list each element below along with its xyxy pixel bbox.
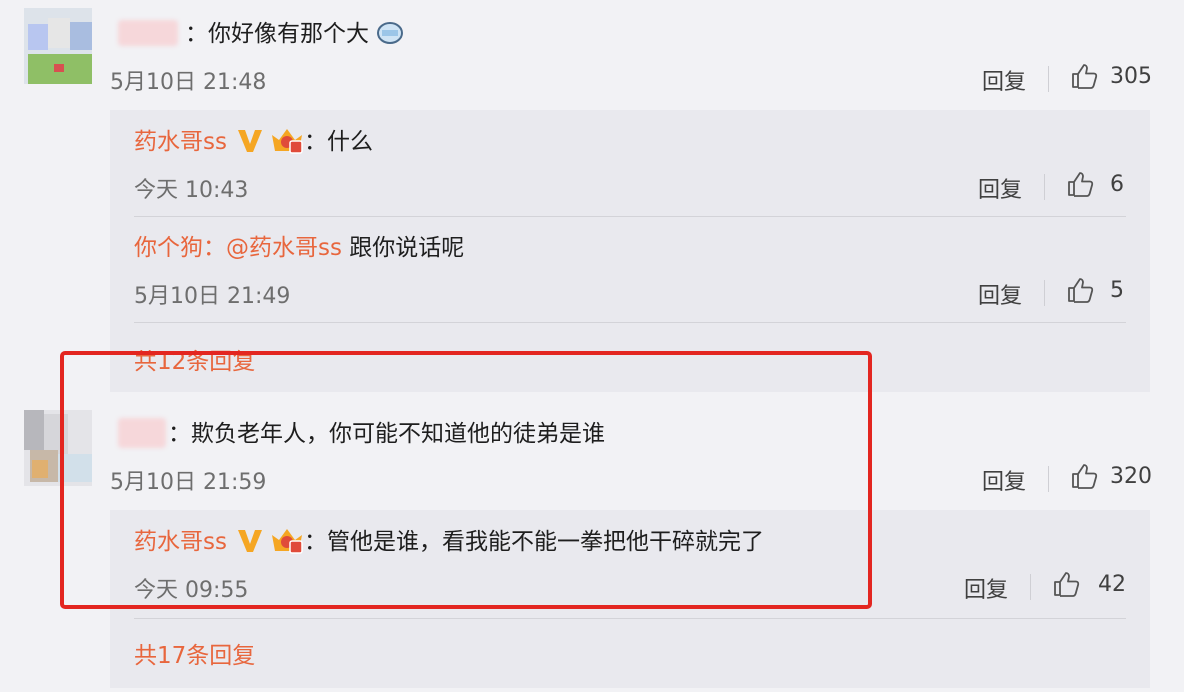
- vip-v-icon: [238, 530, 262, 552]
- thumbs-up-icon[interactable]: [1070, 462, 1098, 490]
- thumbs-up-icon[interactable]: [1052, 570, 1080, 598]
- reply-button[interactable]: 回复: [978, 172, 1022, 204]
- emoji-icon: [377, 22, 404, 44]
- username-blurred[interactable]: [118, 20, 178, 46]
- avatar[interactable]: [24, 410, 92, 486]
- more-replies-link[interactable]: 共12条回复: [134, 342, 255, 376]
- reply-time: 今天 10:43: [134, 178, 249, 203]
- thumbs-up-icon[interactable]: [1066, 276, 1094, 304]
- like-count: 5: [1110, 278, 1124, 303]
- divider: [134, 322, 1126, 323]
- comment-text: ：欺负老年人，你可能不知道他的徒弟是谁: [168, 421, 605, 447]
- like-count: 6: [1110, 172, 1124, 197]
- thumbs-up-icon[interactable]: [1066, 170, 1094, 198]
- more-replies-link[interactable]: 共17条回复: [134, 636, 255, 670]
- divider: [1044, 280, 1045, 306]
- divider: [1048, 66, 1049, 92]
- mention-link[interactable]: ：@药水哥ss: [203, 235, 342, 261]
- avatar[interactable]: [24, 8, 92, 84]
- reply-button[interactable]: 回复: [982, 464, 1026, 496]
- reply-text: ：管他是谁，看我能不能一拳把他干碎就完了: [304, 529, 764, 555]
- crown-badge-icon: [272, 529, 303, 554]
- divider: [134, 216, 1126, 217]
- reply-text: ：什么: [304, 129, 373, 155]
- reply-time: 5月10日 21:49: [134, 284, 291, 309]
- comment-time: 5月10日 21:48: [110, 70, 267, 95]
- comment-text: ：你好像有那个大: [185, 19, 404, 49]
- divider: [1044, 174, 1045, 200]
- divider: [1048, 466, 1049, 492]
- comment-time: 5月10日 21:59: [110, 470, 267, 495]
- reply-button[interactable]: 回复: [978, 278, 1022, 310]
- reply-username[interactable]: 药水哥ss: [134, 527, 227, 557]
- like-count: 320: [1110, 464, 1152, 489]
- reply-button[interactable]: 回复: [982, 64, 1026, 96]
- username-blurred[interactable]: [118, 418, 166, 448]
- crown-badge-icon: [272, 129, 303, 154]
- thumbs-up-icon[interactable]: [1070, 62, 1098, 90]
- like-count: 42: [1098, 572, 1126, 597]
- reply-time: 今天 09:55: [134, 578, 249, 603]
- vip-v-icon: [238, 130, 262, 152]
- reply-username[interactable]: 药水哥ss: [134, 127, 227, 157]
- reply-username[interactable]: 你个狗: [134, 235, 203, 261]
- like-count: 305: [1110, 64, 1152, 89]
- divider: [134, 618, 1126, 619]
- divider: [1030, 574, 1031, 600]
- reply-text: 你个狗：@药水哥ss 跟你说话呢: [134, 235, 465, 261]
- reply-button[interactable]: 回复: [964, 572, 1008, 604]
